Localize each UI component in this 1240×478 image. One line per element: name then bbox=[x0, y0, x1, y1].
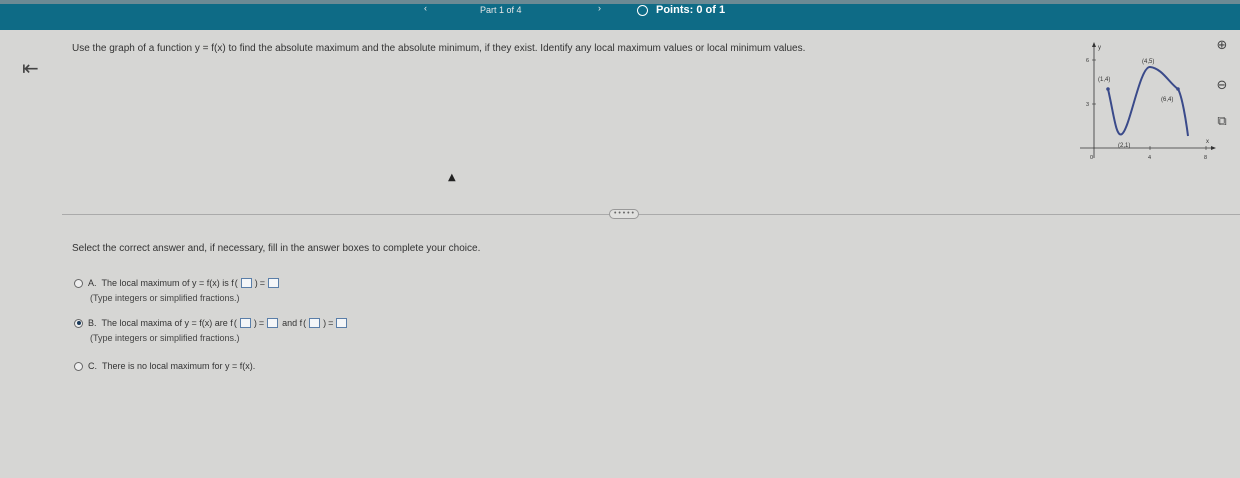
mouse-cursor-icon: ▲ bbox=[448, 172, 456, 183]
part-indicator: Part 1 of 4 bbox=[480, 5, 522, 15]
zoom-in-icon[interactable]: ⊕ bbox=[1212, 36, 1232, 56]
zoom-out-icon[interactable]: ⊖ bbox=[1212, 76, 1232, 96]
option-a-radio[interactable] bbox=[74, 278, 83, 288]
function-curve bbox=[1107, 66, 1189, 137]
point-label-4-5: (4,5) bbox=[1142, 59, 1154, 65]
top-bar: ‹ Part 1 of 4 › Points: 0 of 1 bbox=[0, 0, 1240, 30]
x-axis-label: x bbox=[1206, 139, 1209, 145]
question-text: Use the graph of a function y = f(x) to … bbox=[72, 43, 806, 54]
next-part-button[interactable]: › bbox=[598, 3, 601, 13]
y-tick-3: 3 bbox=[1086, 102, 1089, 108]
option-c-text: There is no local maximum for y = f(x). bbox=[102, 361, 256, 371]
y-axis-label: y bbox=[1098, 45, 1101, 51]
option-a-x-input[interactable] bbox=[240, 278, 252, 288]
option-b-and-text: and f bbox=[282, 318, 303, 328]
option-b-value2-input[interactable] bbox=[336, 318, 348, 328]
option-c-letter: C. bbox=[88, 361, 97, 371]
option-b-letter: B. bbox=[88, 318, 97, 328]
option-c-radio[interactable] bbox=[74, 361, 83, 371]
function-graph[interactable]: y x 6 3 0 4 8 (1,4) (2,1) (4,5) (6,4) bbox=[1078, 40, 1218, 175]
section-divider bbox=[62, 214, 1240, 215]
option-b-radio[interactable] bbox=[74, 318, 83, 328]
option-b-hint: (Type integers or simplified fractions.) bbox=[90, 333, 240, 343]
point-1-4 bbox=[1106, 87, 1110, 91]
x-axis-arrow bbox=[1211, 146, 1216, 150]
points-status-icon bbox=[637, 5, 648, 16]
point-label-2-1: (2,1) bbox=[1118, 143, 1130, 149]
x-tick-8: 8 bbox=[1204, 155, 1207, 161]
option-a[interactable]: A. The local maximum of y = f(x) is f ( … bbox=[74, 278, 281, 288]
y-axis-arrow bbox=[1092, 42, 1096, 47]
y-tick-6: 6 bbox=[1086, 58, 1089, 64]
points-label: Points: 0 of 1 bbox=[656, 4, 726, 16]
x-tick-4: 4 bbox=[1148, 155, 1151, 161]
option-b[interactable]: B. The local maxima of y = f(x) are f ( … bbox=[74, 318, 349, 328]
more-button[interactable]: • • • • • bbox=[609, 209, 639, 219]
point-label-6-4: (6,4) bbox=[1161, 97, 1173, 103]
option-a-hint: (Type integers or simplified fractions.) bbox=[90, 293, 240, 303]
point-6-4 bbox=[1176, 87, 1180, 91]
instruction-text: Select the correct answer and, if necess… bbox=[72, 243, 481, 254]
previous-part-button[interactable]: ‹ bbox=[424, 3, 427, 13]
point-label-1-4: (1,4) bbox=[1098, 77, 1110, 83]
option-a-text: The local maximum of y = f(x) is f bbox=[101, 278, 234, 288]
option-c[interactable]: C. There is no local maximum for y = f(x… bbox=[74, 361, 255, 371]
x-tick-0: 0 bbox=[1090, 155, 1093, 161]
option-a-value-input[interactable] bbox=[268, 278, 280, 288]
option-a-letter: A. bbox=[88, 278, 97, 288]
option-b-text: The local maxima of y = f(x) are f bbox=[101, 318, 233, 328]
option-b-x1-input[interactable] bbox=[239, 318, 251, 328]
popout-icon[interactable]: ⧉ bbox=[1212, 112, 1232, 132]
back-arrow-icon[interactable]: ⇤ bbox=[22, 56, 39, 80]
option-b-x2-input[interactable] bbox=[309, 318, 321, 328]
option-b-value1-input[interactable] bbox=[267, 318, 279, 328]
top-strip bbox=[0, 0, 1240, 4]
